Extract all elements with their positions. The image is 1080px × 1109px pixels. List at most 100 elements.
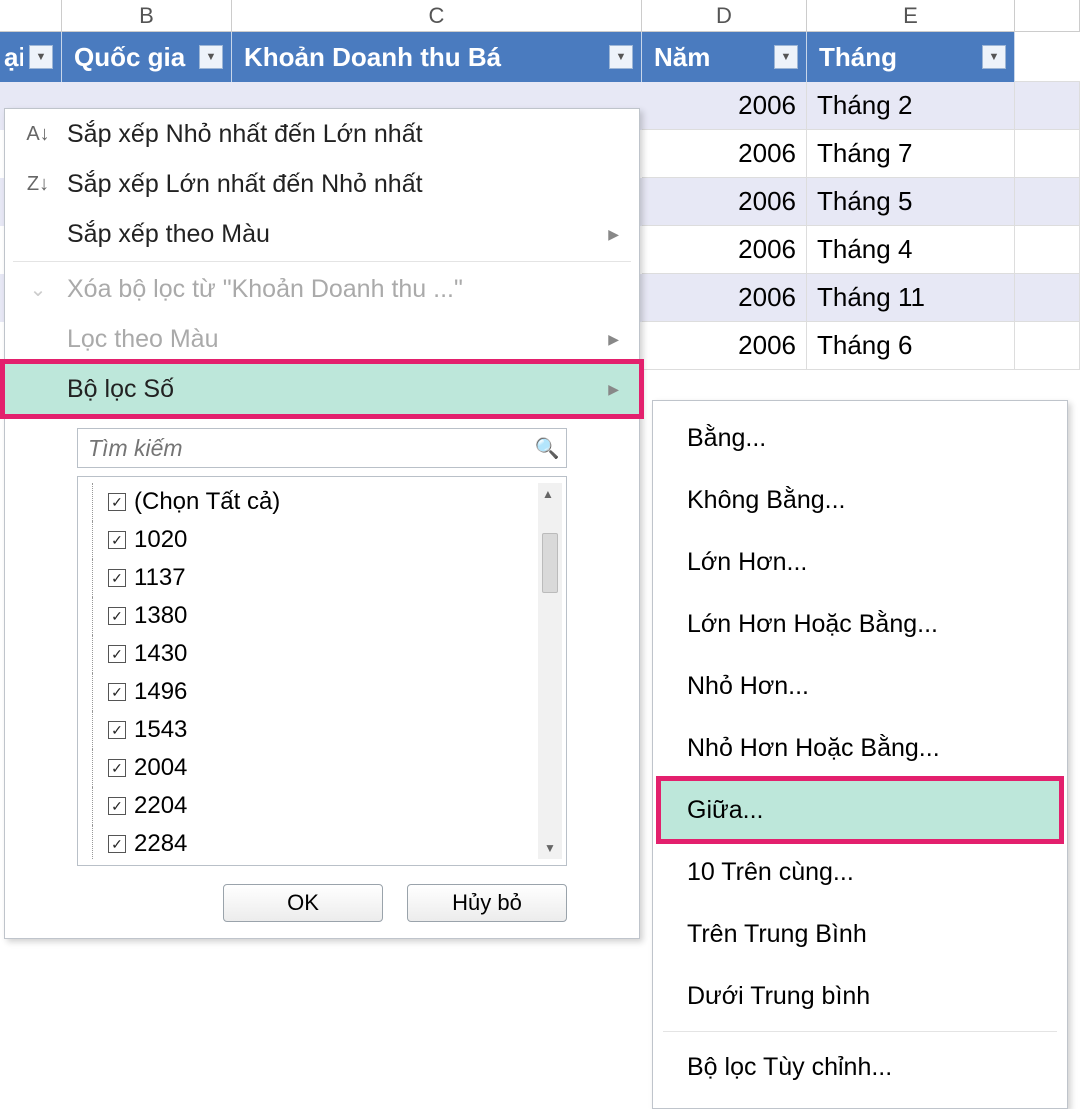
submenu-arrow-icon: ▶ [608, 226, 619, 243]
list-item[interactable]: ✓1430 [82, 635, 538, 673]
ok-button[interactable]: OK [223, 884, 383, 922]
col-D[interactable]: D [642, 0, 807, 31]
filter-dropdown-icon[interactable]: ▼ [609, 45, 633, 69]
sort-by-color-label: Sắp xếp theo Màu [67, 220, 270, 249]
cell-month[interactable]: Tháng 2 [807, 82, 1015, 130]
list-item[interactable]: ✓1496 [82, 673, 538, 711]
list-item[interactable]: ✓1380 [82, 597, 538, 635]
autofilter-panel: A↓ Sắp xếp Nhỏ nhất đến Lớn nhất Z↓ Sắp … [4, 108, 640, 939]
scroll-down-icon[interactable]: ▼ [544, 837, 556, 859]
search-icon: 🔍 [528, 436, 566, 461]
scroll-up-icon[interactable]: ▲ [542, 483, 558, 505]
filter-custom[interactable]: Bộ lọc Tùy chỉnh... [659, 1036, 1061, 1098]
header-month[interactable]: Tháng ▼ [807, 32, 1015, 82]
checkbox-icon[interactable]: ✓ [108, 683, 126, 701]
sort-ascending-label: Sắp xếp Nhỏ nhất đến Lớn nhất [67, 120, 423, 149]
sort-descending-label: Sắp xếp Lớn nhất đến Nhỏ nhất [67, 170, 423, 199]
col-A[interactable] [0, 0, 62, 31]
filter-dropdown-icon[interactable]: ▼ [982, 45, 1006, 69]
col-B[interactable]: B [62, 0, 232, 31]
cell-year[interactable]: 2006 [642, 130, 807, 178]
list-item[interactable]: ✓2004 [82, 749, 538, 787]
header-revenue-label: Khoản Doanh thu Bá [244, 42, 603, 73]
filter-between[interactable]: Giữa... [659, 779, 1061, 841]
filter-values-list: ✓ (Chọn Tất cả) ✓1020 ✓1137 ✓1380 ✓1430 … [77, 476, 567, 866]
clear-filter-label: Xóa bộ lọc từ "Khoản Doanh thu ..." [67, 275, 463, 304]
submenu-arrow-icon: ▶ [608, 331, 619, 348]
checkbox-icon[interactable]: ✓ [108, 493, 126, 511]
list-item[interactable]: ✓2284 [82, 825, 538, 859]
filter-dropdown-icon[interactable]: ▼ [199, 45, 223, 69]
scroll-thumb[interactable] [542, 533, 558, 593]
sort-ascending[interactable]: A↓ Sắp xếp Nhỏ nhất đến Lớn nhất [5, 109, 639, 159]
col-C[interactable]: C [232, 0, 642, 31]
table-header-row: ại ▼ Quốc gia ▼ Khoản Doanh thu Bá ▼ Năm… [0, 32, 1080, 82]
sort-desc-icon: Z↓ [23, 173, 53, 196]
number-filters-label: Bộ lọc Số [67, 375, 174, 404]
filter-above-avg[interactable]: Trên Trung Bình [659, 903, 1061, 965]
filter-by-color: Lọc theo Màu ▶ [5, 314, 639, 364]
select-all-label: (Chọn Tất cả) [134, 488, 280, 516]
filter-dropdown-icon[interactable]: ▼ [774, 45, 798, 69]
sort-by-color[interactable]: Sắp xếp theo Màu ▶ [5, 209, 639, 259]
header-col-a[interactable]: ại ▼ [0, 32, 62, 82]
clear-filter-icon: ⌄ [23, 277, 53, 302]
cell-year[interactable]: 2006 [642, 226, 807, 274]
checkbox-icon[interactable]: ✓ [108, 835, 126, 853]
checkbox-icon[interactable]: ✓ [108, 797, 126, 815]
cell-month[interactable]: Tháng 4 [807, 226, 1015, 274]
filter-greater[interactable]: Lớn Hơn... [659, 531, 1061, 593]
cell-month[interactable]: Tháng 7 [807, 130, 1015, 178]
list-item[interactable]: ✓1020 [82, 521, 538, 559]
sort-descending[interactable]: Z↓ Sắp xếp Lớn nhất đến Nhỏ nhất [5, 159, 639, 209]
highlight-annotation: Bộ lọc Số ▶ [0, 359, 644, 419]
filter-less[interactable]: Nhỏ Hơn... [659, 655, 1061, 717]
cell-year[interactable]: 2006 [642, 322, 807, 370]
number-filters-submenu: Bằng... Không Bằng... Lớn Hơn... Lớn Hơn… [652, 400, 1068, 1109]
cancel-button[interactable]: Hủy bỏ [407, 884, 567, 922]
menu-separator [663, 1031, 1057, 1032]
filter-below-avg[interactable]: Dưới Trung bình [659, 965, 1061, 1027]
sort-asc-icon: A↓ [23, 123, 53, 146]
select-all-item[interactable]: ✓ (Chọn Tất cả) [82, 483, 538, 521]
cell-year[interactable]: 2006 [642, 178, 807, 226]
filter-equals[interactable]: Bằng... [659, 407, 1061, 469]
filter-less-eq[interactable]: Nhỏ Hơn Hoặc Bằng... [659, 717, 1061, 779]
column-headers: B C D E [0, 0, 1080, 32]
checkbox-icon[interactable]: ✓ [108, 759, 126, 777]
col-F[interactable] [1015, 0, 1080, 31]
clear-filter: ⌄ Xóa bộ lọc từ "Khoản Doanh thu ..." [5, 264, 639, 314]
cell-year[interactable]: 2006 [642, 82, 807, 130]
checkbox-icon[interactable]: ✓ [108, 531, 126, 549]
filter-by-color-label: Lọc theo Màu [67, 325, 219, 354]
filter-not-equals[interactable]: Không Bằng... [659, 469, 1061, 531]
list-item[interactable]: ✓1137 [82, 559, 538, 597]
checkbox-icon[interactable]: ✓ [108, 645, 126, 663]
filter-greater-eq[interactable]: Lớn Hơn Hoặc Bằng... [659, 593, 1061, 655]
number-filters[interactable]: Bộ lọc Số ▶ [5, 364, 639, 414]
cell-month[interactable]: Tháng 11 [807, 274, 1015, 322]
header-a-label: ại [4, 42, 23, 73]
search-box[interactable]: 🔍 [77, 428, 567, 468]
cell-month[interactable]: Tháng 5 [807, 178, 1015, 226]
header-month-label: Tháng [819, 42, 976, 73]
checkbox-icon[interactable]: ✓ [108, 721, 126, 739]
scrollbar[interactable]: ▲ ▼ [538, 483, 562, 859]
search-input[interactable] [78, 435, 528, 462]
filter-dropdown-icon[interactable]: ▼ [29, 45, 53, 69]
list-item[interactable]: ✓2204 [82, 787, 538, 825]
filter-top10[interactable]: 10 Trên cùng... [659, 841, 1061, 903]
header-year[interactable]: Năm ▼ [642, 32, 807, 82]
checkbox-icon[interactable]: ✓ [108, 607, 126, 625]
submenu-arrow-icon: ▶ [608, 381, 619, 398]
header-revenue[interactable]: Khoản Doanh thu Bá ▼ [232, 32, 642, 82]
menu-separator [13, 261, 631, 262]
header-year-label: Năm [654, 42, 768, 73]
header-country-label: Quốc gia [74, 42, 193, 73]
col-E[interactable]: E [807, 0, 1015, 31]
list-item[interactable]: ✓1543 [82, 711, 538, 749]
cell-month[interactable]: Tháng 6 [807, 322, 1015, 370]
cell-year[interactable]: 2006 [642, 274, 807, 322]
header-country[interactable]: Quốc gia ▼ [62, 32, 232, 82]
checkbox-icon[interactable]: ✓ [108, 569, 126, 587]
